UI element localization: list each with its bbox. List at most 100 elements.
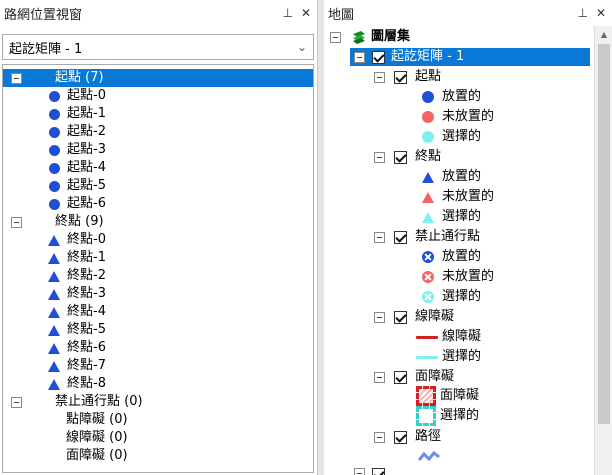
collapse-icon[interactable] bbox=[374, 231, 385, 243]
route-line-icon bbox=[418, 450, 440, 462]
collapse-icon[interactable] bbox=[354, 51, 365, 63]
polygon-barrier-icon bbox=[416, 386, 436, 406]
right-panel-title: 地圖 bbox=[328, 7, 355, 23]
legend-restriction-unlocated: 未放置的 bbox=[422, 268, 494, 286]
layer-visibility-checkbox[interactable] bbox=[394, 70, 407, 84]
tree-item-destination[interactable]: 終點-1 bbox=[48, 249, 106, 267]
legend-line-barrier-selected: 選擇的 bbox=[416, 348, 481, 366]
legend-line-barrier: 線障礙 bbox=[416, 328, 481, 346]
collapse-icon[interactable] bbox=[374, 151, 385, 163]
network-locations-panel: 路網位置視窗 ⊥ ✕ 起訖矩陣 - 1 ⌄ 起點 (7) 起點-0 起點-1 起… bbox=[0, 0, 318, 475]
located-triangle-icon bbox=[48, 234, 60, 246]
tree-item-destination[interactable]: 終點-7 bbox=[48, 357, 106, 375]
layer-visibility-checkbox[interactable] bbox=[394, 150, 407, 164]
tree-layer-next[interactable] bbox=[350, 468, 385, 475]
legend-polygon-barrier: 面障礙 bbox=[416, 386, 479, 406]
legend-label: 放置的 bbox=[442, 89, 482, 104]
tree-group-restrictions[interactable]: 禁止通行點 (0) bbox=[3, 393, 143, 411]
tree-sublayer-polygon-barriers[interactable]: 面障礙 bbox=[374, 368, 454, 386]
tree-item-destination-label: 終點-6 bbox=[67, 340, 106, 355]
collapse-icon[interactable] bbox=[330, 31, 341, 43]
located-point-icon bbox=[49, 198, 60, 210]
legend-destination-located: 放置的 bbox=[422, 168, 481, 186]
tree-sublayer-restrictions[interactable]: 禁止通行點 bbox=[374, 228, 480, 246]
tree-item-origin[interactable]: 起點-0 bbox=[49, 87, 106, 105]
origins-label: 起點 bbox=[415, 69, 442, 84]
tree-group-point-barriers[interactable]: 點障礙 (0) bbox=[66, 411, 128, 429]
collapse-icon[interactable] bbox=[374, 371, 385, 383]
tree-item-origin-label: 起點-1 bbox=[67, 106, 106, 121]
tree-item-destination[interactable]: 終點-6 bbox=[48, 339, 106, 357]
legend-origin-unlocated: 未放置的 bbox=[422, 108, 494, 126]
tree-item-destination[interactable]: 終點-2 bbox=[48, 267, 106, 285]
layer-visibility-checkbox[interactable] bbox=[372, 50, 385, 64]
network-locations-tree: 起點 (7) 起點-0 起點-1 起點-2 起點-3 起點-4 起點-5 起點-… bbox=[2, 64, 314, 473]
pin-icon[interactable]: ⊥ bbox=[282, 6, 292, 20]
tree-sublayer-origins[interactable]: 起點 bbox=[374, 68, 441, 86]
tree-item-origin[interactable]: 起點-2 bbox=[49, 123, 106, 141]
collapse-icon[interactable] bbox=[11, 216, 22, 228]
tree-sublayer-routes[interactable]: 路徑 bbox=[374, 428, 441, 446]
tree-group-destinations-label: 終點 (9) bbox=[55, 214, 104, 229]
legend-label: 選擇的 bbox=[440, 408, 480, 423]
scrollbar-thumb[interactable] bbox=[598, 44, 610, 424]
tree-item-destination[interactable]: 終點-0 bbox=[48, 231, 106, 249]
located-triangle-icon bbox=[48, 378, 60, 390]
tree-item-origin[interactable]: 起點-1 bbox=[49, 105, 106, 123]
pin-icon[interactable]: ⊥ bbox=[577, 6, 587, 20]
tree-layers-root[interactable]: 圖層集 bbox=[330, 28, 410, 46]
tree-item-origin[interactable]: 起點-5 bbox=[49, 177, 106, 195]
tree-item-origin[interactable]: 起點-6 bbox=[49, 195, 106, 213]
tree-layer-od-matrix[interactable]: 起訖矩陣 - 1 bbox=[350, 48, 590, 66]
vertical-scrollbar[interactable]: ▲ bbox=[594, 26, 612, 475]
located-point-icon bbox=[49, 90, 60, 102]
layer-visibility-checkbox[interactable] bbox=[394, 230, 407, 244]
layers-icon bbox=[353, 31, 365, 44]
located-triangle-icon bbox=[48, 342, 60, 354]
tree-group-polygon-barriers[interactable]: 面障礙 (0) bbox=[66, 447, 128, 465]
tree-item-destination-label: 終點-5 bbox=[67, 322, 106, 337]
layer-visibility-checkbox[interactable] bbox=[394, 370, 407, 384]
tree-item-origin[interactable]: 起點-3 bbox=[49, 141, 106, 159]
layer-visibility-checkbox[interactable] bbox=[372, 468, 385, 475]
collapse-icon[interactable] bbox=[374, 71, 385, 83]
tree-item-destination[interactable]: 終點-8 bbox=[48, 375, 106, 393]
legend-restriction-located: 放置的 bbox=[422, 248, 481, 266]
tree-item-origin[interactable]: 起點-4 bbox=[49, 159, 106, 177]
located-point-icon bbox=[49, 144, 60, 156]
collapse-icon[interactable] bbox=[374, 431, 385, 443]
collapse-icon[interactable] bbox=[11, 396, 22, 408]
located-point-icon bbox=[422, 91, 434, 103]
located-triangle-icon bbox=[48, 270, 60, 282]
analysis-layer-select[interactable]: 起訖矩陣 - 1 ⌄ bbox=[2, 34, 314, 60]
close-icon[interactable]: ✕ bbox=[301, 6, 311, 20]
located-triangle-icon bbox=[48, 252, 60, 264]
tree-item-destination[interactable]: 終點-5 bbox=[48, 321, 106, 339]
tree-group-destinations[interactable]: 終點 (9) bbox=[3, 213, 104, 231]
selected-line-icon bbox=[416, 355, 438, 359]
tree-item-destination[interactable]: 終點-4 bbox=[48, 303, 106, 321]
tree-group-origins[interactable]: 起點 (7) bbox=[3, 69, 313, 87]
legend-label: 選擇的 bbox=[442, 209, 482, 224]
restrictions-label: 禁止通行點 bbox=[415, 229, 481, 244]
analysis-layer-select-value: 起訖矩陣 - 1 bbox=[9, 41, 83, 57]
legend-label: 放置的 bbox=[442, 169, 482, 184]
close-icon[interactable]: ✕ bbox=[596, 6, 606, 20]
tree-group-point-barriers-label: 點障礙 (0) bbox=[66, 412, 128, 427]
layer-visibility-checkbox[interactable] bbox=[394, 430, 407, 444]
legend-label: 放置的 bbox=[442, 249, 482, 264]
located-point-icon bbox=[49, 126, 60, 138]
collapse-icon[interactable] bbox=[374, 311, 385, 323]
chevron-down-icon[interactable]: ⌄ bbox=[297, 40, 307, 54]
layer-visibility-checkbox[interactable] bbox=[394, 310, 407, 324]
collapse-icon[interactable] bbox=[11, 72, 22, 84]
collapse-icon[interactable] bbox=[354, 468, 365, 475]
tree-group-line-barriers[interactable]: 線障礙 (0) bbox=[66, 429, 128, 447]
tree-sublayer-destinations[interactable]: 終點 bbox=[374, 148, 441, 166]
scroll-up-icon[interactable]: ▲ bbox=[595, 26, 612, 42]
located-point-icon bbox=[49, 180, 60, 192]
tree-item-destination-label: 終點-8 bbox=[67, 376, 106, 391]
tree-item-destination[interactable]: 終點-3 bbox=[48, 285, 106, 303]
tree-sublayer-line-barriers[interactable]: 線障礙 bbox=[374, 308, 454, 326]
located-triangle-icon bbox=[48, 324, 60, 336]
